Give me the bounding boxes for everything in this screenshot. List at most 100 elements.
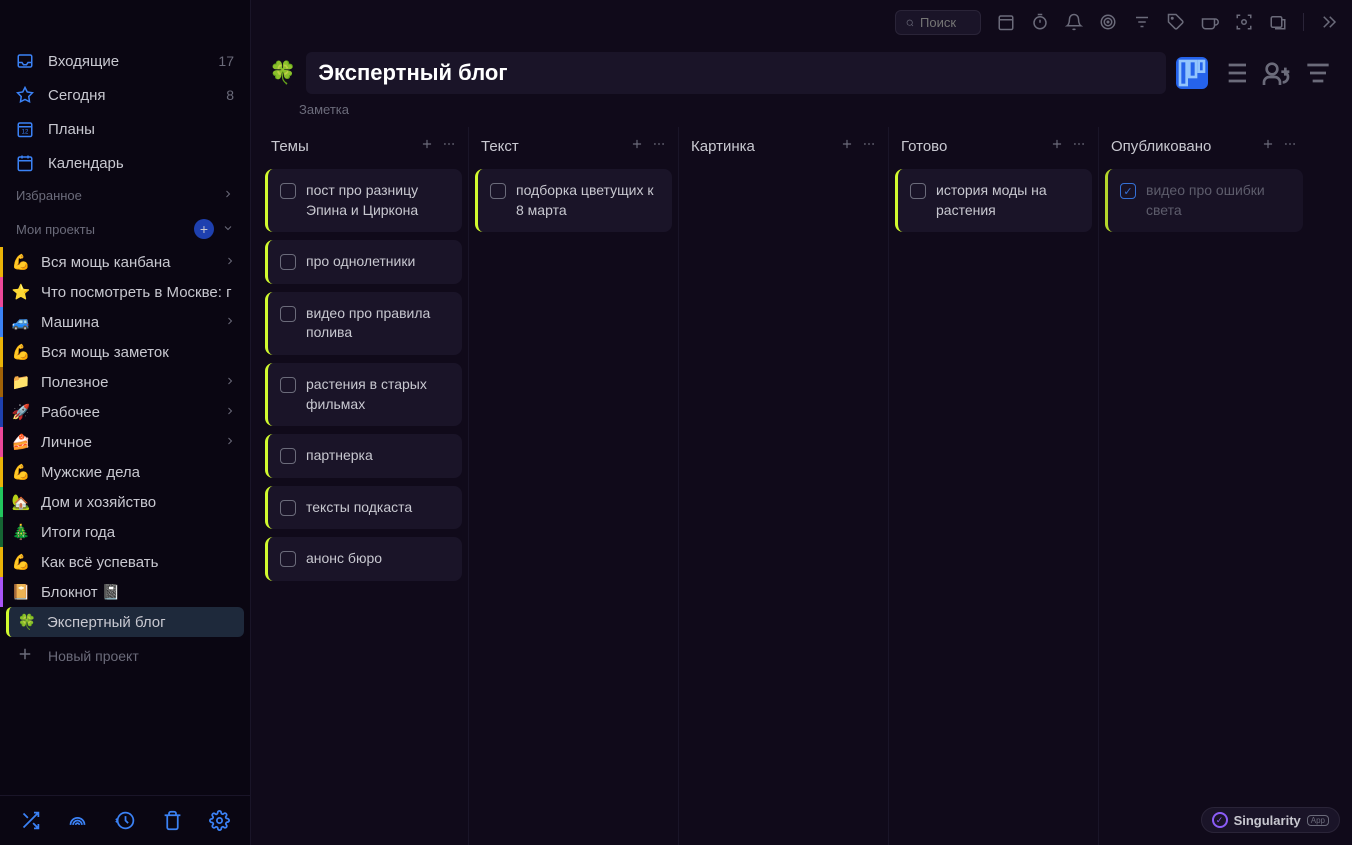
project-emoji: 🍰 xyxy=(11,433,31,451)
section-label: Избранное xyxy=(16,188,82,203)
section-projects[interactable]: Мои проекты + xyxy=(0,211,250,247)
sidebar-project-item[interactable]: ⭐ Что посмотреть в Москве: г xyxy=(0,277,250,307)
column-more-icon[interactable] xyxy=(862,137,876,155)
add-card-button[interactable] xyxy=(420,137,434,155)
kanban-card[interactable]: растения в старых фильмах xyxy=(265,363,462,426)
shuffle-icon[interactable] xyxy=(20,810,41,831)
add-card-button[interactable] xyxy=(1050,137,1064,155)
kanban-card[interactable]: анонс бюро xyxy=(265,537,462,581)
sidebar-bottom-toolbar xyxy=(0,795,250,845)
project-label: Вся мощь канбана xyxy=(41,254,214,271)
coffee-icon[interactable] xyxy=(1201,13,1219,31)
sidebar-project-item[interactable]: 💪 Вся мощь канбана xyxy=(0,247,250,277)
kanban-card[interactable]: видео про правила полива xyxy=(265,292,462,355)
filter-icon[interactable] xyxy=(1133,13,1151,31)
column-more-icon[interactable] xyxy=(1283,137,1297,155)
card-checkbox[interactable] xyxy=(280,377,296,393)
card-checkbox[interactable] xyxy=(280,448,296,464)
focus-icon[interactable] xyxy=(1235,13,1253,31)
settings-icon[interactable] xyxy=(209,810,230,831)
card-checkbox[interactable] xyxy=(490,183,506,199)
search-box[interactable] xyxy=(895,10,981,35)
column-more-icon[interactable] xyxy=(652,137,666,155)
history-icon[interactable] xyxy=(115,810,136,831)
nav-count: 8 xyxy=(226,87,234,103)
add-card-button[interactable] xyxy=(840,137,854,155)
nav-inbox[interactable]: Входящие 17 xyxy=(0,44,250,78)
sidebar-project-item[interactable]: 🚀 Рабочее xyxy=(0,397,250,427)
new-project-button[interactable]: Новый проект xyxy=(0,637,250,674)
trash-icon[interactable] xyxy=(162,810,183,831)
column-name[interactable]: Текст xyxy=(481,138,622,155)
rainbow-icon[interactable] xyxy=(67,810,88,831)
timer-icon[interactable] xyxy=(1031,13,1049,31)
card-checkbox[interactable] xyxy=(1120,183,1136,199)
kanban-card[interactable]: про однолетники xyxy=(265,240,462,284)
chevron-right-icon xyxy=(224,434,236,451)
column-name[interactable]: Опубликовано xyxy=(1111,138,1253,155)
column-more-icon[interactable] xyxy=(442,137,456,155)
project-emoji[interactable]: 🍀 xyxy=(269,60,296,86)
column-name[interactable]: Темы xyxy=(271,138,412,155)
project-title-input[interactable] xyxy=(306,52,1166,94)
add-project-button[interactable]: + xyxy=(194,219,214,239)
brand-name: Singularity xyxy=(1234,813,1301,828)
sidebar-project-item[interactable]: 🎄 Итоги года xyxy=(0,517,250,547)
card-title: растения в старых фильмах xyxy=(306,375,450,414)
chevron-right-icon xyxy=(224,314,236,331)
project-emoji: 💪 xyxy=(11,253,31,271)
plus-icon xyxy=(16,645,34,666)
note-link[interactable]: Заметка xyxy=(251,102,1352,127)
kanban-card[interactable]: пост про разницу Эпина и Циркона xyxy=(265,169,462,232)
card-checkbox[interactable] xyxy=(280,500,296,516)
sidebar-project-item[interactable]: 🍰 Личное xyxy=(0,427,250,457)
sidebar-project-item[interactable]: 🍀 Экспертный блог xyxy=(6,607,244,637)
sidebar-project-item[interactable]: 💪 Мужские дела xyxy=(0,457,250,487)
tag-icon[interactable] xyxy=(1167,13,1185,31)
expand-icon[interactable] xyxy=(1320,13,1338,31)
nav-today[interactable]: Сегодня 8 xyxy=(0,78,250,112)
card-title: видео про правила полива xyxy=(306,304,450,343)
column-name[interactable]: Картинка xyxy=(691,138,832,155)
card-checkbox[interactable] xyxy=(280,306,296,322)
column-more-icon[interactable] xyxy=(1072,137,1086,155)
calendar-icon[interactable] xyxy=(997,13,1015,31)
view-list-button[interactable] xyxy=(1218,57,1250,89)
kanban-card[interactable]: подборка цветущих к 8 марта xyxy=(475,169,672,232)
target-icon[interactable] xyxy=(1099,13,1117,31)
column-name[interactable]: Готово xyxy=(901,138,1042,155)
nav-plans[interactable]: 12 Планы xyxy=(0,112,250,146)
sidebar-project-item[interactable]: 📔 Блокнот 📓 xyxy=(0,577,250,607)
nav-calendar[interactable]: Календарь xyxy=(0,146,250,180)
sidebar-project-item[interactable]: 🏡 Дом и хозяйство xyxy=(0,487,250,517)
new-window-icon[interactable] xyxy=(1269,13,1287,31)
card-checkbox[interactable] xyxy=(280,254,296,270)
bell-icon[interactable] xyxy=(1065,13,1083,31)
section-favorites[interactable]: Избранное xyxy=(0,180,250,211)
project-emoji: 🍀 xyxy=(17,613,37,631)
brand-badge[interactable]: Singularity App xyxy=(1201,807,1340,833)
kanban-card[interactable]: партнерка xyxy=(265,434,462,478)
project-header: 🍀 xyxy=(251,44,1352,102)
chevron-right-icon xyxy=(224,404,236,421)
sidebar-project-item[interactable]: 💪 Как всё успевать xyxy=(0,547,250,577)
kanban-card[interactable]: тексты подкаста xyxy=(265,486,462,530)
card-checkbox[interactable] xyxy=(280,183,296,199)
search-input[interactable] xyxy=(920,15,970,30)
sidebar-project-item[interactable]: 💪 Вся мощь заметок xyxy=(0,337,250,367)
add-card-button[interactable] xyxy=(630,137,644,155)
project-emoji: ⭐ xyxy=(11,283,31,301)
share-button[interactable] xyxy=(1260,57,1292,89)
board-column: Опубликовано видео про ошибки света xyxy=(1099,127,1309,845)
project-emoji: 💪 xyxy=(11,463,31,481)
view-kanban-button[interactable] xyxy=(1176,57,1208,89)
card-checkbox[interactable] xyxy=(280,551,296,567)
sidebar-project-item[interactable]: 🚙 Машина xyxy=(0,307,250,337)
sidebar-project-item[interactable]: 📁 Полезное xyxy=(0,367,250,397)
card-title: подборка цветущих к 8 марта xyxy=(516,181,660,220)
kanban-card[interactable]: видео про ошибки света xyxy=(1105,169,1303,232)
card-checkbox[interactable] xyxy=(910,183,926,199)
add-card-button[interactable] xyxy=(1261,137,1275,155)
more-options-button[interactable] xyxy=(1302,57,1334,89)
kanban-card[interactable]: история моды на растения xyxy=(895,169,1092,232)
